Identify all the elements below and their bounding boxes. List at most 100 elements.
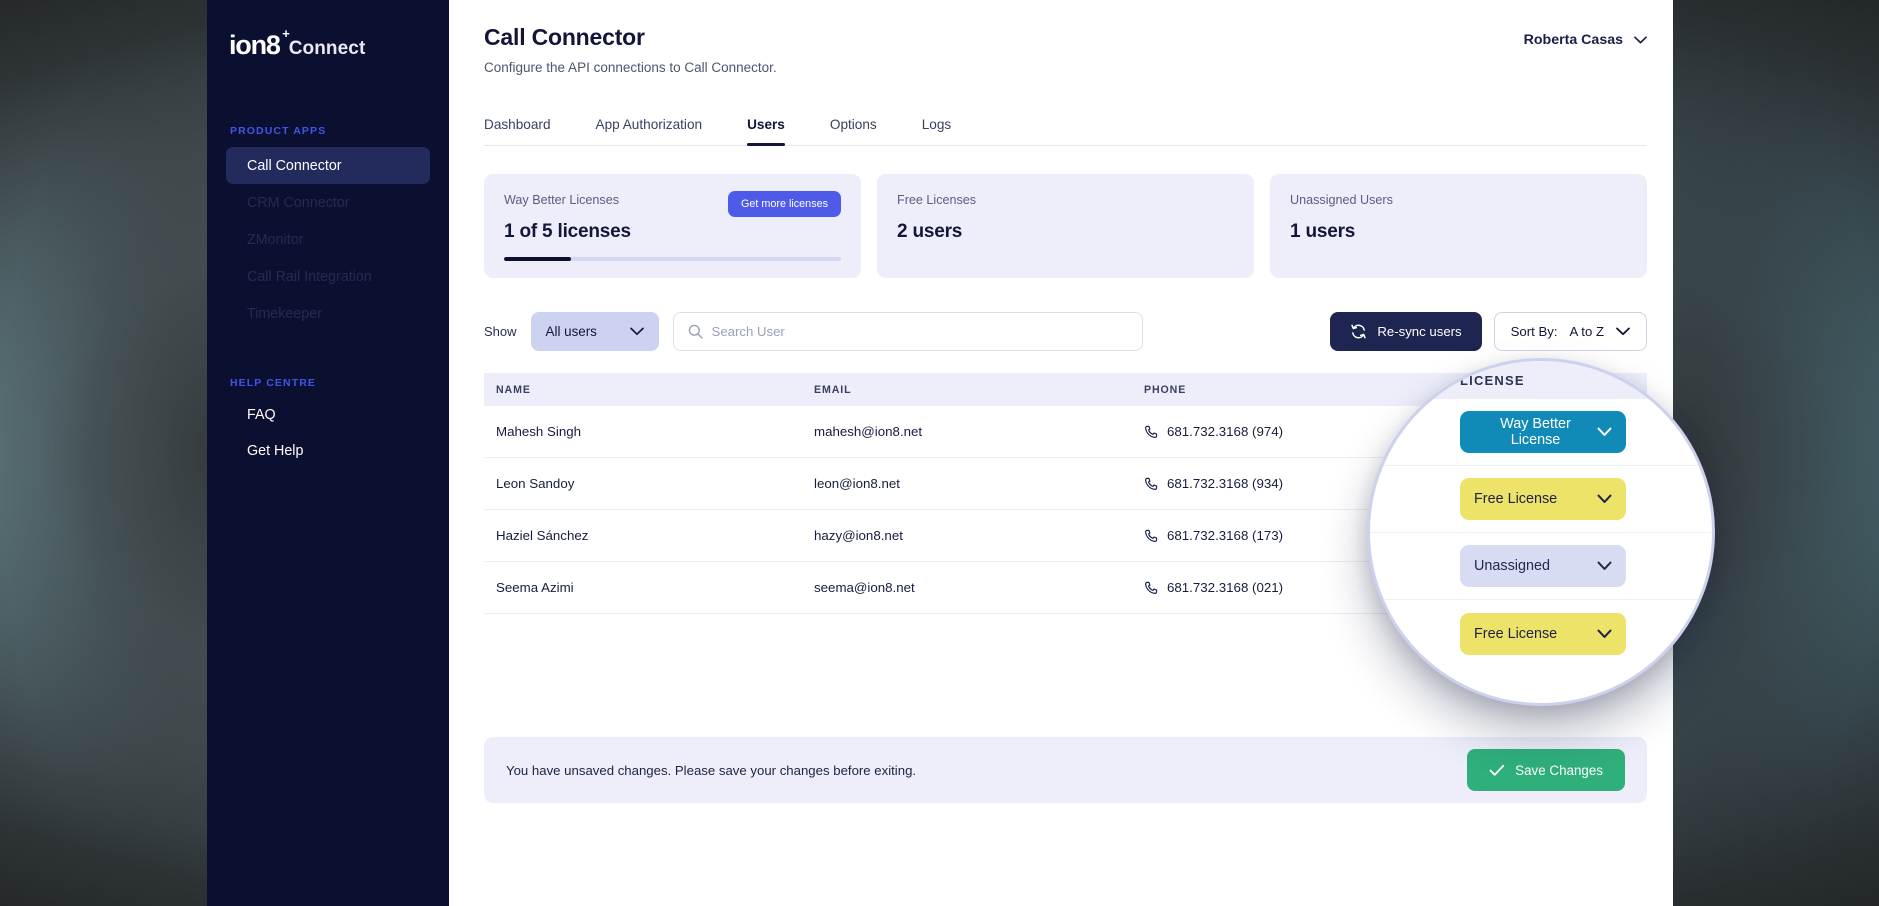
license-value: Unassigned	[1474, 558, 1551, 574]
sort-by-label: Sort By:	[1510, 324, 1558, 339]
toolbar-actions: Re-sync users Sort By: A to Z	[1330, 312, 1647, 351]
tab-label: Dashboard	[484, 117, 551, 132]
magnified-license-select-free[interactable]: Free License	[1460, 478, 1626, 520]
license-value: Free License	[1474, 491, 1558, 507]
sort-by-select[interactable]: Sort By: A to Z	[1493, 312, 1647, 351]
license-value: Free License	[1474, 625, 1558, 642]
search-box[interactable]	[672, 312, 1143, 351]
magnified-table-header	[1370, 361, 1712, 399]
magnified-table-row: Free License	[1370, 600, 1712, 667]
phone-number: 681.732.3168 (173)	[1167, 528, 1284, 543]
chevron-down-icon	[1634, 36, 1647, 44]
phone-number: 681.732.3168 (934)	[1167, 476, 1284, 491]
magnified-table-row: Unassigned	[1370, 533, 1712, 600]
brand-logo-text: ion8	[229, 30, 281, 60]
sidebar-section-help-centre: HELP CENTRE	[230, 377, 316, 389]
card-label: Free Licenses	[897, 193, 977, 207]
sidebar: ion8 + Connect PRODUCT APPS Call Connect…	[207, 0, 449, 906]
phone-icon	[1144, 529, 1158, 543]
card-label: Unassigned Users	[1290, 193, 1393, 207]
check-icon	[1489, 764, 1505, 777]
phone-icon	[1144, 477, 1158, 491]
get-more-licenses-button[interactable]: Get more licenses	[727, 191, 841, 217]
tab-users[interactable]: Users	[747, 117, 785, 146]
page-title: Call Connector	[484, 24, 645, 50]
sidebar-item-faq[interactable]: FAQ	[226, 397, 430, 433]
chevron-down-icon	[1616, 327, 1630, 336]
chevron-down-icon	[1597, 629, 1612, 639]
cell-email: seema@ion8.net	[814, 580, 915, 595]
user-filter-value: All users	[545, 324, 597, 339]
page-header-text: Call Connector Configure the API connect…	[484, 24, 777, 75]
sidebar-item-timekeeper[interactable]: Timekeeper	[226, 295, 430, 332]
cell-email: mahesh@ion8.net	[814, 424, 923, 439]
resync-label: Re-sync users	[1377, 324, 1462, 339]
sidebar-item-label: Get Help	[247, 443, 304, 459]
show-label: Show	[484, 324, 517, 339]
magnifier-lens: LICENSE Way Better License Free License …	[1367, 358, 1715, 706]
magnified-license-select-way-better[interactable]: Way Better License	[1460, 411, 1626, 453]
tab-label: Logs	[921, 117, 952, 132]
tab-dashboard[interactable]: Dashboard	[484, 117, 551, 145]
sidebar-item-call-connector[interactable]: Call Connector	[226, 147, 430, 184]
unsaved-changes-message: You have unsaved changes. Please save yo…	[506, 762, 917, 778]
search-icon	[688, 324, 703, 339]
sidebar-item-zmonitor[interactable]: ZMonitor	[226, 221, 430, 258]
unsaved-changes-bar: You have unsaved changes. Please save yo…	[484, 737, 1647, 803]
sort-by-value: A to Z	[1569, 324, 1604, 339]
phone-number: 681.732.3168 (974)	[1167, 424, 1284, 439]
brand-logo-area: ion8 + Connect	[207, 22, 449, 68]
tab-logs[interactable]: Logs	[922, 117, 951, 145]
refresh-icon	[1350, 323, 1367, 340]
table-toolbar: Show All users Search User Re-sync users…	[484, 312, 1647, 351]
sidebar-item-get-help[interactable]: Get Help	[226, 433, 430, 469]
sidebar-item-crm-connector[interactable]: CRM Connector	[226, 184, 430, 221]
sidebar-item-label: Timekeeper	[247, 305, 322, 322]
cell-email: leon@ion8.net	[814, 476, 900, 491]
page-subtitle: Configure the API connections to Call Co…	[484, 60, 777, 75]
phone-icon	[1144, 425, 1158, 439]
column-header-name: NAME	[496, 383, 531, 396]
phone-number: 681.732.3168 (021)	[1167, 580, 1284, 595]
magnifier-content: LICENSE Way Better License Free License …	[1370, 361, 1712, 703]
magnified-license-select-unassigned[interactable]: Unassigned	[1460, 545, 1626, 587]
ion8-logo: ion8 +	[229, 27, 290, 60]
cell-email: hazy@ion8.net	[814, 528, 903, 543]
magnified-table-row: Way Better License	[1370, 399, 1712, 466]
sidebar-section-product-apps: PRODUCT APPS	[230, 125, 327, 137]
tab-app-authorization[interactable]: App Authorization	[596, 117, 703, 145]
magnified-license-select-free[interactable]: Free License	[1460, 612, 1626, 655]
license-value: Way Better License	[1500, 416, 1571, 448]
sidebar-item-label: ZMonitor	[247, 231, 304, 248]
stat-cards: Way Better Licenses Get more licenses 1 …	[484, 174, 1647, 278]
column-header-email: EMAIL	[814, 383, 852, 396]
cell-name: Haziel Sánchez	[496, 528, 589, 543]
magnified-column-header-license: LICENSE	[1460, 373, 1525, 388]
chevron-down-icon	[1597, 561, 1612, 571]
save-changes-button[interactable]: Save Changes	[1467, 749, 1625, 791]
search-input[interactable]	[711, 324, 1128, 339]
user-menu[interactable]: Roberta Casas	[1524, 24, 1647, 48]
card-value: 2 users	[897, 221, 963, 242]
card-unassigned-users: Unassigned Users 1 users	[1270, 174, 1647, 278]
chevron-down-icon	[1597, 494, 1612, 504]
tab-options[interactable]: Options	[830, 117, 877, 145]
phone-icon	[1144, 581, 1158, 595]
save-changes-label: Save Changes	[1515, 762, 1603, 778]
sidebar-item-label: Call Connector	[247, 157, 342, 174]
license-progress-bar	[504, 257, 841, 261]
tab-label: Users	[747, 117, 785, 132]
sidebar-item-call-rail-integration[interactable]: Call Rail Integration	[226, 258, 430, 295]
tab-bar: Dashboard App Authorization Users Option…	[484, 117, 1647, 146]
user-filter-select[interactable]: All users	[530, 312, 659, 351]
tab-label: Options	[829, 117, 877, 132]
resync-users-button[interactable]: Re-sync users	[1330, 312, 1482, 351]
card-value: 1 of 5 licenses	[504, 221, 631, 242]
brand-plus-icon: +	[282, 26, 290, 41]
user-menu-label: Roberta Casas	[1523, 32, 1623, 48]
magnified-table-row: Free License	[1370, 466, 1712, 533]
sidebar-item-label: FAQ	[247, 407, 276, 423]
cell-name: Leon Sandoy	[496, 476, 575, 491]
sidebar-item-label: Call Rail Integration	[247, 268, 372, 285]
brand-product-name: Connect	[288, 38, 366, 59]
